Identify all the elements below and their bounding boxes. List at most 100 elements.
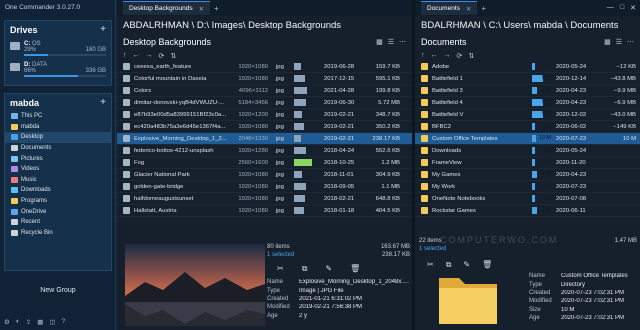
folder-row[interactable]: Adobe 1 2020-05-24 −12 KB [415,61,640,73]
back-icon[interactable]: ← [431,52,438,59]
file-dimensions: 2048×1330 [238,135,268,142]
sidebar-item-desktop[interactable]: Desktop [5,132,111,143]
cut-icon[interactable]: ✂ [277,264,284,274]
folder-row[interactable]: Battlefield 1 5 M 2020-12-14 −43.8 MB [415,73,640,85]
sidebar-item-music[interactable]: Music [5,175,111,186]
file-row[interactable]: halfdomeaugustsunset 1920×1080 jpg 2018-02-… [117,193,412,205]
rename-icon[interactable]: ✎ [463,260,470,270]
back-icon[interactable]: ← [133,52,140,59]
folder-row[interactable]: Battlefield V 5 M 2020-12-02 −43.0 MB [415,109,640,121]
file-date: 2018-11-01 [324,171,354,178]
file-row[interactable]: e87b93e00d5a83999151Bf23c0a... 1920×1200 j… [117,109,412,121]
folder-name: Rockstar Games [432,207,476,214]
folder-row[interactable]: Battlefield 3 1 M 2020-04-23 −9.9 MB [415,85,640,97]
tab-documents[interactable]: Documents ✕ [421,1,478,15]
add-drive-button[interactable]: + [100,24,106,35]
share-icon[interactable]: ⇪ [26,318,31,326]
sort-icon[interactable]: ⇅ [170,52,176,60]
refresh-icon[interactable]: ⟳ [457,52,463,60]
breadcrumb[interactable]: BDALRHMAN \ C:\ Users\ mabda \ Documents [415,16,640,34]
more-icon[interactable]: ⋯ [627,38,634,46]
sidebar-item-downloads[interactable]: Downloads [5,185,111,196]
refresh-icon[interactable]: ⟳ [159,52,165,60]
property-value: 10 M [561,306,575,313]
panel-icon[interactable]: ◫ [49,318,55,326]
up-icon[interactable]: ↑ [123,52,127,59]
folder-row[interactable]: Downloads 1 2020-05-24 [415,145,640,157]
file-row[interactable]: Explosive_Morning_Desktop_1_2... 2048×133… [117,133,412,145]
sidebar-item-recent[interactable]: Recent [5,217,111,228]
file-size: 199.8 KB [375,87,400,94]
sort-icon[interactable]: ⇅ [468,52,474,60]
theme-icon[interactable]: ◐ [16,318,20,326]
add-location-button[interactable]: + [100,97,106,108]
breadcrumb[interactable]: ABDALRHMAN \ D:\ Images\ Desktop Backgro… [117,16,412,34]
sidebar-item-mabda[interactable]: mabda [5,122,111,133]
sidebar-item-label: OneDrive [21,208,47,215]
layout-icon[interactable]: ▦ [37,318,43,326]
sidebar-item-this-pc[interactable]: This PC [5,111,111,122]
file-name: e87b93e00d5a83999151Bf23c0a... [134,111,227,118]
new-group-button[interactable]: New Group [4,284,112,297]
list-view-icon[interactable]: ☰ [388,38,394,46]
grid-view-icon[interactable]: ▦ [376,38,383,46]
total-size: 163.67 MB [380,244,410,250]
sidebar-item-onedrive[interactable]: OneDrive [5,206,111,217]
file-row[interactable]: dimitar-donovski-yqB4dVWUZU-... 5184×3456… [117,97,412,109]
folder-row[interactable]: OneNote Notebooks 1 2020-07-08 [415,193,640,205]
copy-icon[interactable]: ⧉ [302,264,308,274]
new-tab-button[interactable]: + [481,4,486,13]
close-icon[interactable]: ✕ [466,5,471,13]
sidebar-item-programs[interactable]: Programs [5,196,111,207]
list-view-icon[interactable]: ☰ [616,38,622,46]
cut-icon[interactable]: ✂ [427,260,434,270]
file-row[interactable]: Glacier National Park 1920×1080 jpg 2018-11… [117,169,412,181]
file-row[interactable]: ceeesa_earth_feature 1920×1080 jpg 2019-06-… [117,61,412,73]
file-row[interactable]: ec420a483b75a3e6d45e1367f4a... 1920×1080 j… [117,121,412,133]
close-icon[interactable]: ✕ [199,5,204,13]
more-icon[interactable]: ⋯ [399,38,406,46]
drive-c[interactable]: C: OS 29% 180 GB [5,38,111,59]
forward-icon[interactable]: → [146,52,153,59]
drive-d[interactable]: D: DATA 66% 336 GB [5,59,111,80]
settings-icon[interactable]: ⚙ [4,318,10,326]
new-tab-button[interactable]: + [214,4,219,13]
maximize-icon[interactable]: □ [620,4,624,12]
sidebar-item-label: Desktop [21,134,44,141]
tab-desktop-backgrounds[interactable]: Desktop Backgrounds ✕ [123,1,211,15]
forward-icon[interactable]: → [444,52,451,59]
file-row[interactable]: Colors 4096×3112 jpg 2021-04-28 199.8 KB [117,85,412,97]
sidebar-item-documents[interactable]: Documents [5,143,111,154]
sidebar-item-pictures[interactable]: Pictures [5,153,111,164]
folder-icon [421,87,428,94]
folder-size: −6.9 MB [613,99,636,106]
file-row[interactable]: Fog 2560×1600 jpg 2018-10-25 1.2 MB [117,157,412,169]
close-window-icon[interactable]: ✕ [630,4,636,12]
file-row[interactable]: Colorful mountain in Daxeia 1920×1080 jpg 2… [117,73,412,85]
drive-usage-bar [24,75,79,77]
grid-view-icon[interactable]: ▦ [604,38,611,46]
folder-row[interactable]: My Games 1 M 2020-04-23 [415,169,640,181]
delete-icon[interactable]: 🗑 [482,260,492,270]
folder-row[interactable]: FrameView 1 2020-11-20 [415,157,640,169]
file-size: 304.9 KB [375,171,400,178]
rename-icon[interactable]: ✎ [325,264,332,274]
minimize-icon[interactable]: — [607,4,614,12]
folder-row[interactable]: My Work 1 2020-07-23 [415,181,640,193]
folder-row[interactable]: Rockstar Games 1 M 2020-06-11 [415,205,640,217]
folder-row[interactable]: Custom Office Templates 10 M 2020-07-23 10 … [415,133,640,145]
delete-icon[interactable]: 🗑 [350,264,360,274]
file-row[interactable]: Hallstatt, Austria 1920×1080 jpg 2018-01-18… [117,205,412,217]
up-icon[interactable]: ↑ [421,52,425,59]
folder-row[interactable]: Battlefield 4 5 M 2020-04-23 −6.9 MB [415,97,640,109]
sidebar-item-videos[interactable]: Videos [5,164,111,175]
help-icon[interactable]: ? [62,318,66,326]
file-list: ceeesa_earth_feature 1920×1080 jpg 2019-06-… [117,61,412,217]
file-dimensions: 1920×1080 [238,75,268,82]
sidebar-item-recycle-bin[interactable]: Recycle Bin [5,228,111,239]
copy-icon[interactable]: ⧉ [446,260,452,270]
selected-count: 1 selected [419,246,447,252]
file-row[interactable]: golden-gate-bridge 1920×1080 jpg 2018-09-05… [117,181,412,193]
file-row[interactable]: federico-bottos-4212-unsplash 1920×1280 jp… [117,145,412,157]
folder-row[interactable]: BFBC2 1 2020-06-02 −149 KB [415,121,640,133]
